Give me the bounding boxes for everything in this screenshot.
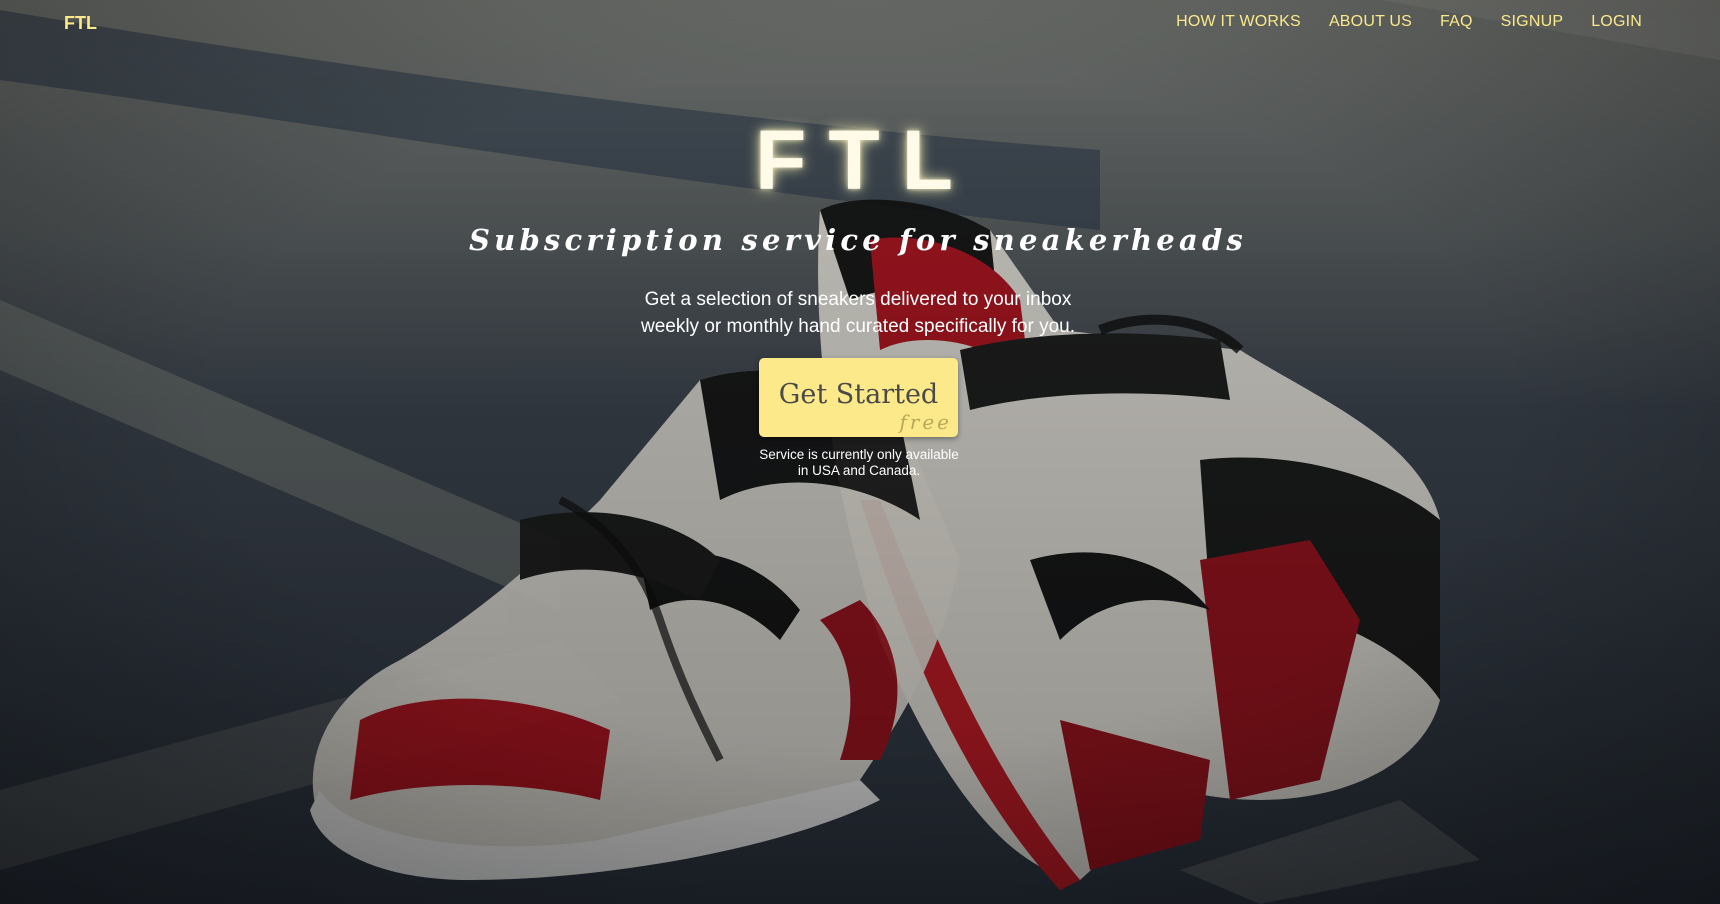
availability-line-1: Service is currently only available xyxy=(759,447,959,462)
get-started-button[interactable]: Get Started free xyxy=(759,358,958,437)
availability-note: Service is currently only available in U… xyxy=(740,447,978,479)
availability-line-2: in USA and Canada. xyxy=(797,463,921,478)
get-started-free-label: free xyxy=(899,410,952,434)
get-started-label: Get Started xyxy=(778,379,939,410)
hero-description-line-1: Get a selection of sneakers delivered to… xyxy=(644,289,1072,310)
hero-subtitle: Subscription service for sneakerheads xyxy=(469,223,1247,257)
hero-description: Get a selection of sneakers delivered to… xyxy=(560,286,1156,340)
hero-description-line-2: weekly or monthly hand curated specifica… xyxy=(640,316,1076,337)
hero-title: FTL xyxy=(755,113,975,207)
hero-content: FTL Subscription service for sneakerhead… xyxy=(0,0,1720,904)
hero-section: FTL HOW IT WORKS ABOUT US FAQ SIGNUP LOG… xyxy=(0,0,1720,904)
